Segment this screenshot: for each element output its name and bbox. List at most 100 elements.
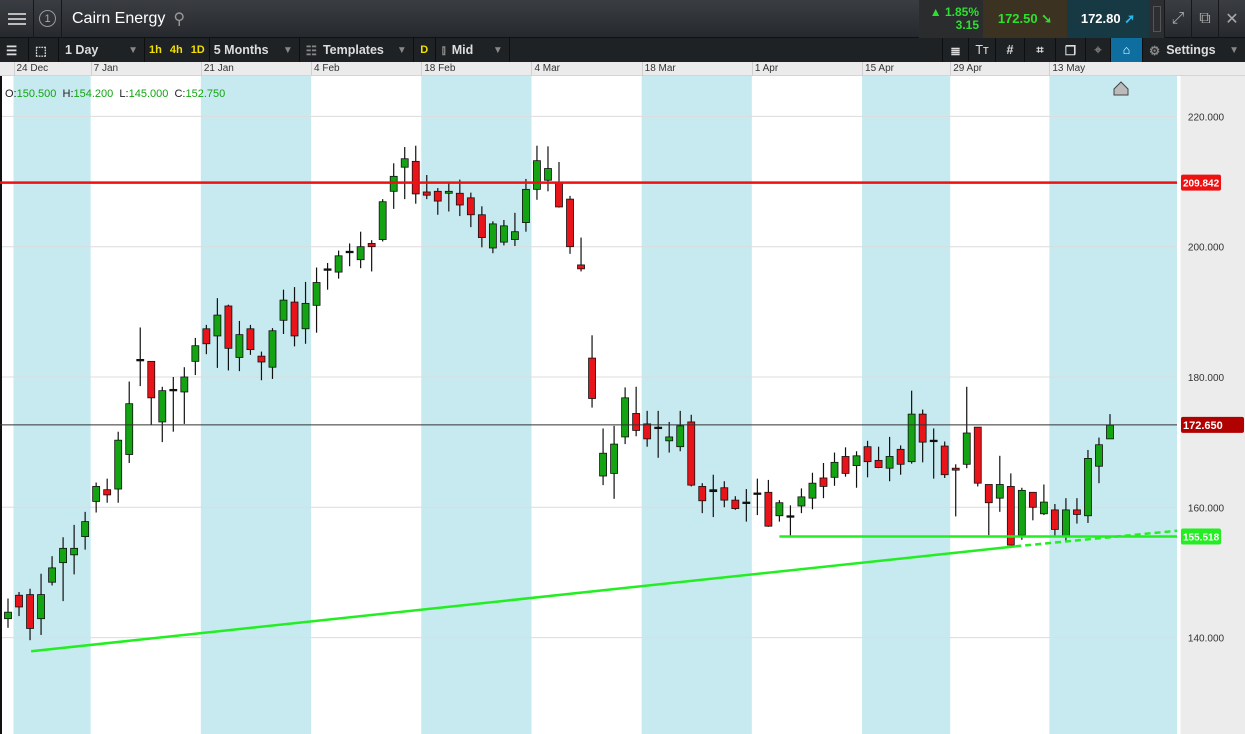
price-label-icon[interactable]: ⌂ — [1111, 38, 1143, 62]
candle-body[interactable] — [323, 268, 332, 271]
candle-body[interactable] — [863, 446, 872, 463]
candle-body[interactable] — [444, 190, 453, 194]
buy-button[interactable]: 172.80 ➚ — [1067, 0, 1149, 38]
crosshair-icon[interactable]: ⌖ — [1086, 38, 1111, 62]
candle-body[interactable] — [654, 426, 663, 430]
candle-body[interactable] — [37, 594, 45, 620]
candle-body[interactable] — [367, 243, 376, 248]
templates-dropdown[interactable]: ☷ Templates ▼ — [300, 38, 414, 62]
candle-body[interactable] — [533, 160, 541, 190]
indicators-icon[interactable]: ≣ — [942, 38, 969, 62]
candle-body[interactable] — [345, 250, 354, 254]
candle-body[interactable] — [1028, 491, 1037, 508]
candle-body[interactable] — [687, 421, 696, 486]
candle-body[interactable] — [26, 594, 34, 629]
candle-body[interactable] — [92, 486, 101, 502]
candle-body[interactable] — [213, 314, 222, 337]
settings-dropdown[interactable]: ⚙ Settings ▼ — [1143, 38, 1245, 62]
candle-body[interactable] — [301, 302, 310, 330]
candle-body[interactable] — [257, 355, 266, 363]
candle-body[interactable] — [973, 426, 982, 484]
candle-body[interactable] — [246, 328, 255, 351]
candle-body[interactable] — [1095, 444, 1103, 467]
candle-body[interactable] — [830, 461, 839, 478]
candle-body[interactable] — [477, 214, 486, 238]
instrument-title[interactable]: Cairn Energy ⚲ — [62, 0, 919, 38]
candle-body[interactable] — [1062, 509, 1070, 537]
candle-body[interactable] — [103, 489, 112, 496]
candle-body[interactable] — [632, 413, 641, 431]
candle-body[interactable] — [1017, 489, 1026, 536]
candle-body[interactable] — [499, 225, 508, 243]
menu-icon[interactable] — [0, 0, 34, 38]
candle-body[interactable] — [610, 443, 618, 474]
candle-body[interactable] — [885, 456, 894, 469]
candle-body[interactable] — [599, 452, 607, 477]
candle-body[interactable] — [411, 160, 420, 195]
candle-body[interactable] — [698, 486, 707, 502]
candle-body[interactable] — [334, 255, 343, 273]
candle-body[interactable] — [643, 423, 652, 440]
candle-body[interactable] — [433, 190, 442, 202]
candle-body[interactable] — [191, 345, 200, 362]
candle-body[interactable] — [621, 397, 630, 438]
candle-body[interactable] — [709, 489, 718, 493]
candle-body[interactable] — [1106, 424, 1114, 440]
candle-body[interactable] — [984, 484, 993, 504]
d-button[interactable]: D — [414, 38, 436, 62]
candle-body[interactable] — [588, 357, 596, 399]
candle-body[interactable] — [290, 301, 299, 337]
candle-body[interactable] — [1084, 458, 1092, 517]
range-dropdown[interactable]: 5 Months ▼ — [210, 38, 300, 62]
candle-body[interactable] — [676, 425, 685, 448]
candle-body[interactable] — [147, 360, 156, 399]
candle-body[interactable] — [764, 491, 773, 527]
candle-body[interactable] — [378, 201, 387, 240]
candle-body[interactable] — [466, 197, 475, 216]
candle-body[interactable] — [356, 246, 365, 261]
candle-body[interactable] — [566, 198, 574, 248]
maximize-icon[interactable]: ⤢ — [1165, 0, 1192, 38]
candle-body[interactable] — [555, 181, 563, 208]
interval-1d-button[interactable]: 1D — [187, 44, 209, 56]
candle-body[interactable] — [279, 299, 288, 321]
price-chart[interactable]: 140.000 160.000 180.000 200.000 220.000 209.8… — [0, 76, 1245, 734]
layers-icon[interactable]: ❐ — [1056, 38, 1086, 62]
candle-body[interactable] — [114, 439, 123, 490]
candle-body[interactable] — [488, 223, 497, 249]
candle-body[interactable] — [400, 158, 409, 168]
draw-grid-icon[interactable]: ⌗ — [1025, 38, 1056, 62]
candle-body[interactable] — [962, 432, 971, 465]
candle-body[interactable] — [522, 188, 530, 223]
candle-body[interactable] — [180, 376, 189, 393]
candle-body[interactable] — [940, 445, 949, 476]
candle-body[interactable] — [918, 413, 927, 443]
layout-icon[interactable]: ⬚ — [29, 38, 59, 62]
candle-body[interactable] — [775, 502, 784, 517]
interval-1h-button[interactable]: 1h — [145, 44, 166, 56]
list-icon[interactable]: ☰ — [0, 38, 29, 62]
candle-body[interactable] — [819, 477, 828, 487]
grid-icon[interactable]: # — [996, 38, 1025, 62]
candle-body[interactable] — [742, 501, 751, 504]
candle-body[interactable] — [731, 499, 740, 509]
candle-body[interactable] — [15, 594, 23, 608]
close-icon[interactable]: ✕ — [1219, 0, 1245, 38]
candle-body[interactable] — [720, 487, 729, 501]
candle-body[interactable] — [1039, 501, 1048, 515]
candle-body[interactable] — [577, 264, 585, 270]
interval-dropdown[interactable]: 1 Day ▼ — [59, 38, 145, 62]
candle-body[interactable] — [951, 467, 960, 471]
candle-body[interactable] — [389, 175, 398, 192]
candle-body[interactable] — [841, 456, 850, 474]
sell-button[interactable]: 172.50 ➘ — [983, 0, 1067, 38]
price-type-dropdown[interactable]: ⫾ Mid ▼ — [436, 38, 510, 62]
candle-body[interactable] — [852, 455, 861, 466]
candle-body[interactable] — [81, 521, 90, 538]
interval-4h-button[interactable]: 4h — [166, 44, 187, 56]
candle-body[interactable] — [665, 436, 674, 442]
candle-body[interactable] — [312, 282, 321, 306]
candle-body[interactable] — [136, 358, 145, 362]
candle-body[interactable] — [59, 547, 67, 564]
candle-body[interactable] — [125, 403, 134, 455]
